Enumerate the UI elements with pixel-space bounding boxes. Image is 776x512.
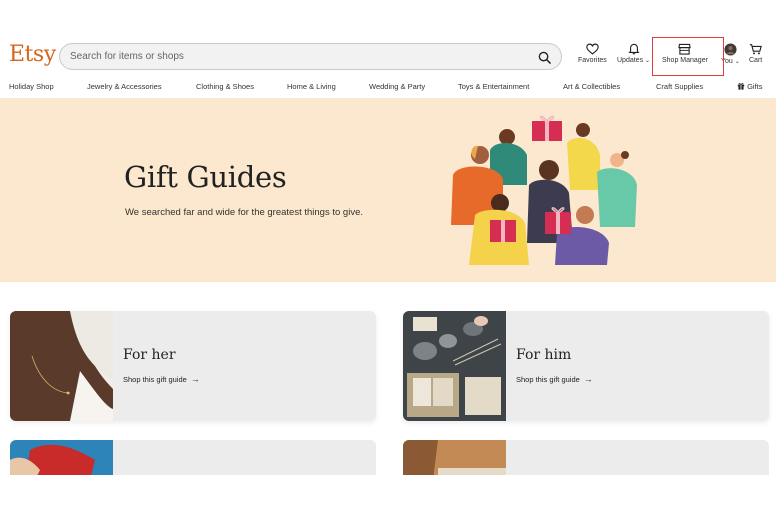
nav-item-art[interactable]: Art & Collectibles (563, 82, 620, 91)
gift-guide-image-3 (10, 440, 113, 480)
for-her-image (10, 311, 113, 421)
nav-item-wedding[interactable]: Wedding & Party (369, 82, 425, 91)
search-bar (59, 43, 562, 70)
search-input[interactable] (70, 44, 510, 69)
category-nav: Holiday Shop Jewelry & Accessories Cloth… (0, 80, 776, 96)
nav-item-holiday-shop[interactable]: Holiday Shop (9, 82, 54, 91)
search-button[interactable] (535, 48, 553, 66)
arrow-right-icon: → (190, 374, 200, 384)
page: Etsy Favorites Updates ⌄ (0, 0, 776, 512)
cart-icon (749, 44, 762, 55)
gift-guide-image-4 (403, 440, 506, 480)
for-her-card[interactable]: For her Shop this gift guide → (10, 311, 376, 421)
heart-icon (586, 43, 599, 55)
for-her-link[interactable]: Shop this gift guide → (123, 374, 200, 384)
cart-button[interactable]: Cart (749, 43, 762, 64)
chevron-down-icon: ⌄ (645, 58, 651, 64)
cart-label: Cart (749, 57, 763, 64)
favorites-label: Favorites (578, 57, 607, 64)
for-him-link[interactable]: Shop this gift guide → (516, 374, 593, 384)
highlight-box (652, 37, 724, 76)
nav-item-craft[interactable]: Craft Supplies (656, 82, 703, 91)
people-with-gifts-illustration (451, 115, 637, 265)
etsy-logo[interactable]: Etsy (9, 42, 56, 67)
nav-item-clothing[interactable]: Clothing & Shoes (196, 82, 254, 91)
nav-item-toys[interactable]: Toys & Entertainment (458, 82, 529, 91)
search-icon (538, 51, 551, 64)
for-him-image (403, 311, 506, 421)
nav-item-gifts[interactable]: Gifts (737, 82, 763, 91)
for-him-title: For him (516, 347, 572, 363)
avatar (724, 43, 737, 56)
chevron-down-icon: ⌄ (734, 59, 740, 65)
gift-guide-card-3[interactable] (10, 440, 376, 480)
gift-icon (737, 83, 745, 90)
updates-button[interactable]: Updates ⌄ (617, 43, 650, 64)
nav-item-jewelry[interactable]: Jewelry & Accessories (87, 82, 162, 91)
for-him-card[interactable]: For him Shop this gift guide → (403, 311, 769, 421)
gift-guides-hero: Gift Guides We searched far and wide for… (0, 98, 776, 282)
bell-icon (627, 43, 640, 55)
favorites-button[interactable]: Favorites (578, 43, 607, 64)
arrow-right-icon: → (583, 374, 593, 384)
page-bottom-mask (0, 475, 776, 512)
hero-title: Gift Guides (124, 160, 287, 194)
hero-subtitle: We searched far and wide for the greates… (125, 207, 363, 218)
gift-guide-card-4[interactable] (403, 440, 769, 480)
updates-label: Updates ⌄ (617, 57, 651, 64)
nav-item-home-living[interactable]: Home & Living (287, 82, 336, 91)
for-her-title: For her (123, 347, 176, 363)
